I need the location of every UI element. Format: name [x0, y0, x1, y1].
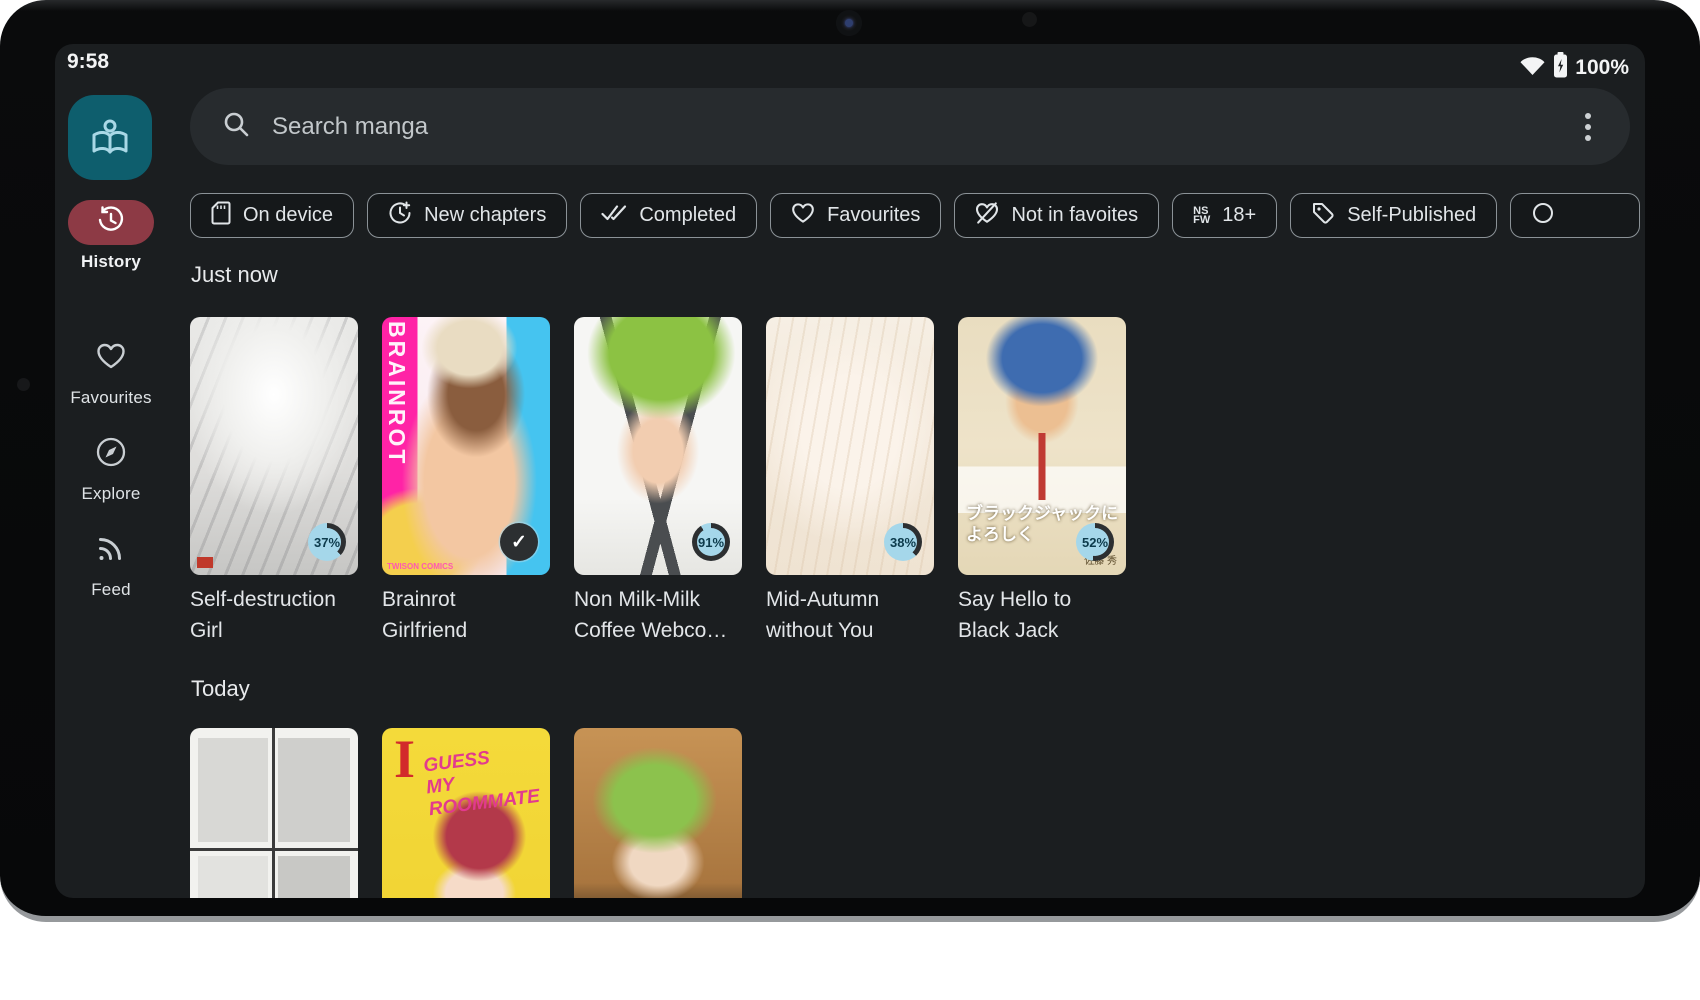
- today-row: I GUESS MY ROOMMATE: [190, 728, 742, 898]
- manga-card-brainrot-girlfriend[interactable]: BRAINROT TWISON COMICS Brainrot Girlfrie…: [382, 317, 550, 646]
- manga-cover: BRAINROT TWISON COMICS: [382, 317, 550, 575]
- tablet-screen: 9:58 100%: [55, 44, 1645, 898]
- manga-cover: [574, 728, 742, 898]
- manga-card[interactable]: [190, 728, 358, 898]
- chip-label: Self-Published: [1347, 204, 1476, 227]
- just-now-row: 37% Self-destruction Girl BRAINROT TWISO…: [190, 317, 1126, 646]
- manga-cover: 37%: [190, 317, 358, 575]
- manga-card-self-destruction-girl[interactable]: 37% Self-destruction Girl: [190, 317, 358, 646]
- side-camera: [17, 378, 30, 391]
- progress-label: 37%: [313, 528, 341, 556]
- chip-label: Not in favoites: [1011, 204, 1138, 227]
- status-icons: 100%: [1519, 52, 1629, 83]
- tag-icon: [1311, 201, 1335, 231]
- favourites-pill: [68, 336, 154, 381]
- search-icon: [222, 110, 250, 143]
- chip-new-chapters[interactable]: New chapters: [367, 193, 567, 238]
- manga-title: Non Milk-Milk Coffee Webco…: [574, 584, 734, 646]
- check-icon: [505, 528, 533, 556]
- chip-on-device[interactable]: On device: [190, 193, 354, 238]
- search-input[interactable]: [272, 113, 1568, 141]
- heart-off-icon: [975, 201, 999, 231]
- manga-cover: 38%: [766, 317, 934, 575]
- cover-title-text: BRAINROT: [383, 321, 410, 466]
- manga-cover: I GUESS MY ROOMMATE: [382, 728, 550, 898]
- chip-favourites[interactable]: Favourites: [770, 193, 941, 238]
- chip-clipped[interactable]: [1510, 193, 1640, 238]
- sidebar-item-feed[interactable]: Feed: [55, 528, 167, 600]
- chip-self-published[interactable]: Self-Published: [1290, 193, 1497, 238]
- progress-badge: 52%: [1076, 523, 1114, 561]
- page-background: 9:58 100%: [0, 0, 1700, 1000]
- chip-label: Completed: [639, 204, 736, 227]
- manga-card-non-milk-milk-coffee[interactable]: 91% Non Milk-Milk Coffee Webco…: [574, 317, 742, 646]
- clock-update-icon: [388, 201, 412, 231]
- heart-icon: [96, 342, 126, 375]
- cover-title-text: I: [394, 728, 415, 790]
- cover-tie-art: [1039, 433, 1046, 500]
- progress-badge: 91%: [692, 523, 730, 561]
- chip-not-in-favourites[interactable]: Not in favoites: [954, 193, 1159, 238]
- app-logo-reader-icon[interactable]: [68, 95, 152, 180]
- rss-icon: [96, 533, 126, 568]
- front-camera: [836, 10, 862, 36]
- sidebar-item-explore[interactable]: Explore: [55, 432, 167, 504]
- nsfw-icon: NS FW: [1193, 207, 1210, 225]
- compass-icon: [95, 436, 127, 473]
- chip-label: 18+: [1222, 204, 1256, 227]
- manga-card[interactable]: [574, 728, 742, 898]
- kebab-menu-icon[interactable]: [1568, 107, 1608, 147]
- manga-cover: ブラックジャックに よろしく 佐藤 秀 52%: [958, 317, 1126, 575]
- history-active-pill: [68, 200, 154, 245]
- status-time: 9:58: [67, 50, 109, 74]
- battery-charging-icon: [1553, 52, 1568, 83]
- progress-badge: 38%: [884, 523, 922, 561]
- clipped-chip-icon: [1531, 201, 1555, 231]
- completed-badge: [500, 523, 538, 561]
- heart-icon: [791, 202, 815, 230]
- cover-logo-mark: [197, 557, 213, 568]
- wifi-icon: [1519, 54, 1546, 81]
- tablet-bezel: 9:58 100%: [0, 0, 1700, 922]
- chip-label: Favourites: [827, 204, 920, 227]
- filter-chip-row: On device New chapters: [190, 193, 1645, 239]
- feed-pill: [68, 528, 154, 573]
- search-bar[interactable]: [190, 88, 1630, 165]
- sidebar-item-label: History: [55, 252, 167, 272]
- progress-label: 38%: [889, 528, 917, 556]
- sidebar-item-label: Explore: [55, 484, 167, 504]
- sd-card-icon: [211, 201, 231, 231]
- manga-card-mid-autumn-without-you[interactable]: 38% Mid-Autumn without You: [766, 317, 934, 646]
- cover-imprint-text: TWISON COMICS: [387, 562, 453, 571]
- progress-badge: 37%: [308, 523, 346, 561]
- progress-label: 52%: [1081, 528, 1109, 556]
- history-icon: [96, 205, 126, 240]
- sidebar-item-favourites[interactable]: Favourites: [55, 336, 167, 408]
- sidebar-item-label: Favourites: [55, 388, 167, 408]
- progress-label: 91%: [697, 528, 725, 556]
- chip-completed[interactable]: Completed: [580, 193, 757, 238]
- chip-18plus[interactable]: NS FW 18+: [1172, 193, 1277, 238]
- manga-title: Self-destruction Girl: [190, 584, 350, 646]
- double-check-icon: [601, 203, 627, 229]
- manga-title: Say Hello to Black Jack: [958, 584, 1118, 646]
- manga-card[interactable]: I GUESS MY ROOMMATE: [382, 728, 550, 898]
- cover-subtitle-text: GUESS MY ROOMMATE: [422, 745, 519, 821]
- battery-percent: 100%: [1575, 56, 1629, 80]
- explore-pill: [68, 432, 154, 477]
- manga-title: Mid-Autumn without You: [766, 584, 926, 646]
- manga-cover: [190, 728, 358, 898]
- section-title-today: Today: [191, 676, 250, 702]
- chip-label: On device: [243, 204, 333, 227]
- sidebar-item-history[interactable]: History: [55, 200, 167, 272]
- section-title-just-now: Just now: [191, 262, 278, 288]
- light-sensor: [1022, 12, 1037, 27]
- manga-title: Brainrot Girlfriend: [382, 584, 542, 646]
- manga-cover: 91%: [574, 317, 742, 575]
- sidebar-item-label: Feed: [55, 580, 167, 600]
- manga-card-say-hello-to-black-jack[interactable]: ブラックジャックに よろしく 佐藤 秀 52% Say Hello to Bla…: [958, 317, 1126, 646]
- chip-label: New chapters: [424, 204, 546, 227]
